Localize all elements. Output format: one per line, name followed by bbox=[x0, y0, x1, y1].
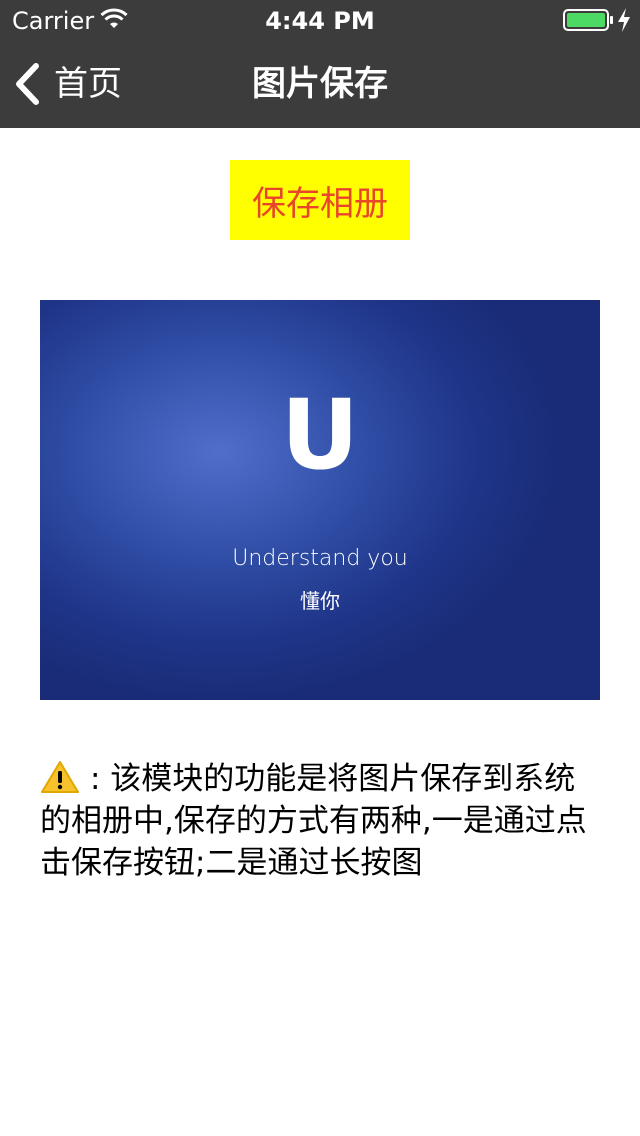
image-subcaption: 懂你 bbox=[300, 589, 340, 613]
image-caption: Understand you bbox=[232, 546, 408, 571]
nav-bar: 首页 图片保存 bbox=[0, 40, 640, 128]
screen: Carrier 4:44 PM 首页 图片保存 保存相册 U Understan… bbox=[0, 0, 640, 1136]
warning-icon bbox=[41, 761, 79, 793]
back-label: 首页 bbox=[54, 64, 122, 104]
saved-image[interactable]: U Understand you 懂你 bbox=[40, 300, 600, 700]
chevron-left-icon bbox=[16, 63, 39, 105]
status-time: 4:44 PM bbox=[265, 7, 375, 35]
header: Carrier 4:44 PM 首页 图片保存 bbox=[0, 0, 640, 128]
status-bar: Carrier 4:44 PM bbox=[0, 0, 640, 40]
battery-icon bbox=[563, 9, 613, 31]
save-to-album-button[interactable]: 保存相册 bbox=[230, 160, 410, 240]
description-text: : 该模块的功能是将图片保存到系统的相册中,保存的方式有两种,一是通过点击保存按… bbox=[40, 761, 587, 881]
image-letter: U bbox=[281, 379, 359, 491]
back-button[interactable]: 首页 bbox=[12, 56, 122, 112]
charging-icon bbox=[618, 8, 630, 32]
description: : 该模块的功能是将图片保存到系统的相册中,保存的方式有两种,一是通过点击保存按… bbox=[40, 758, 605, 884]
